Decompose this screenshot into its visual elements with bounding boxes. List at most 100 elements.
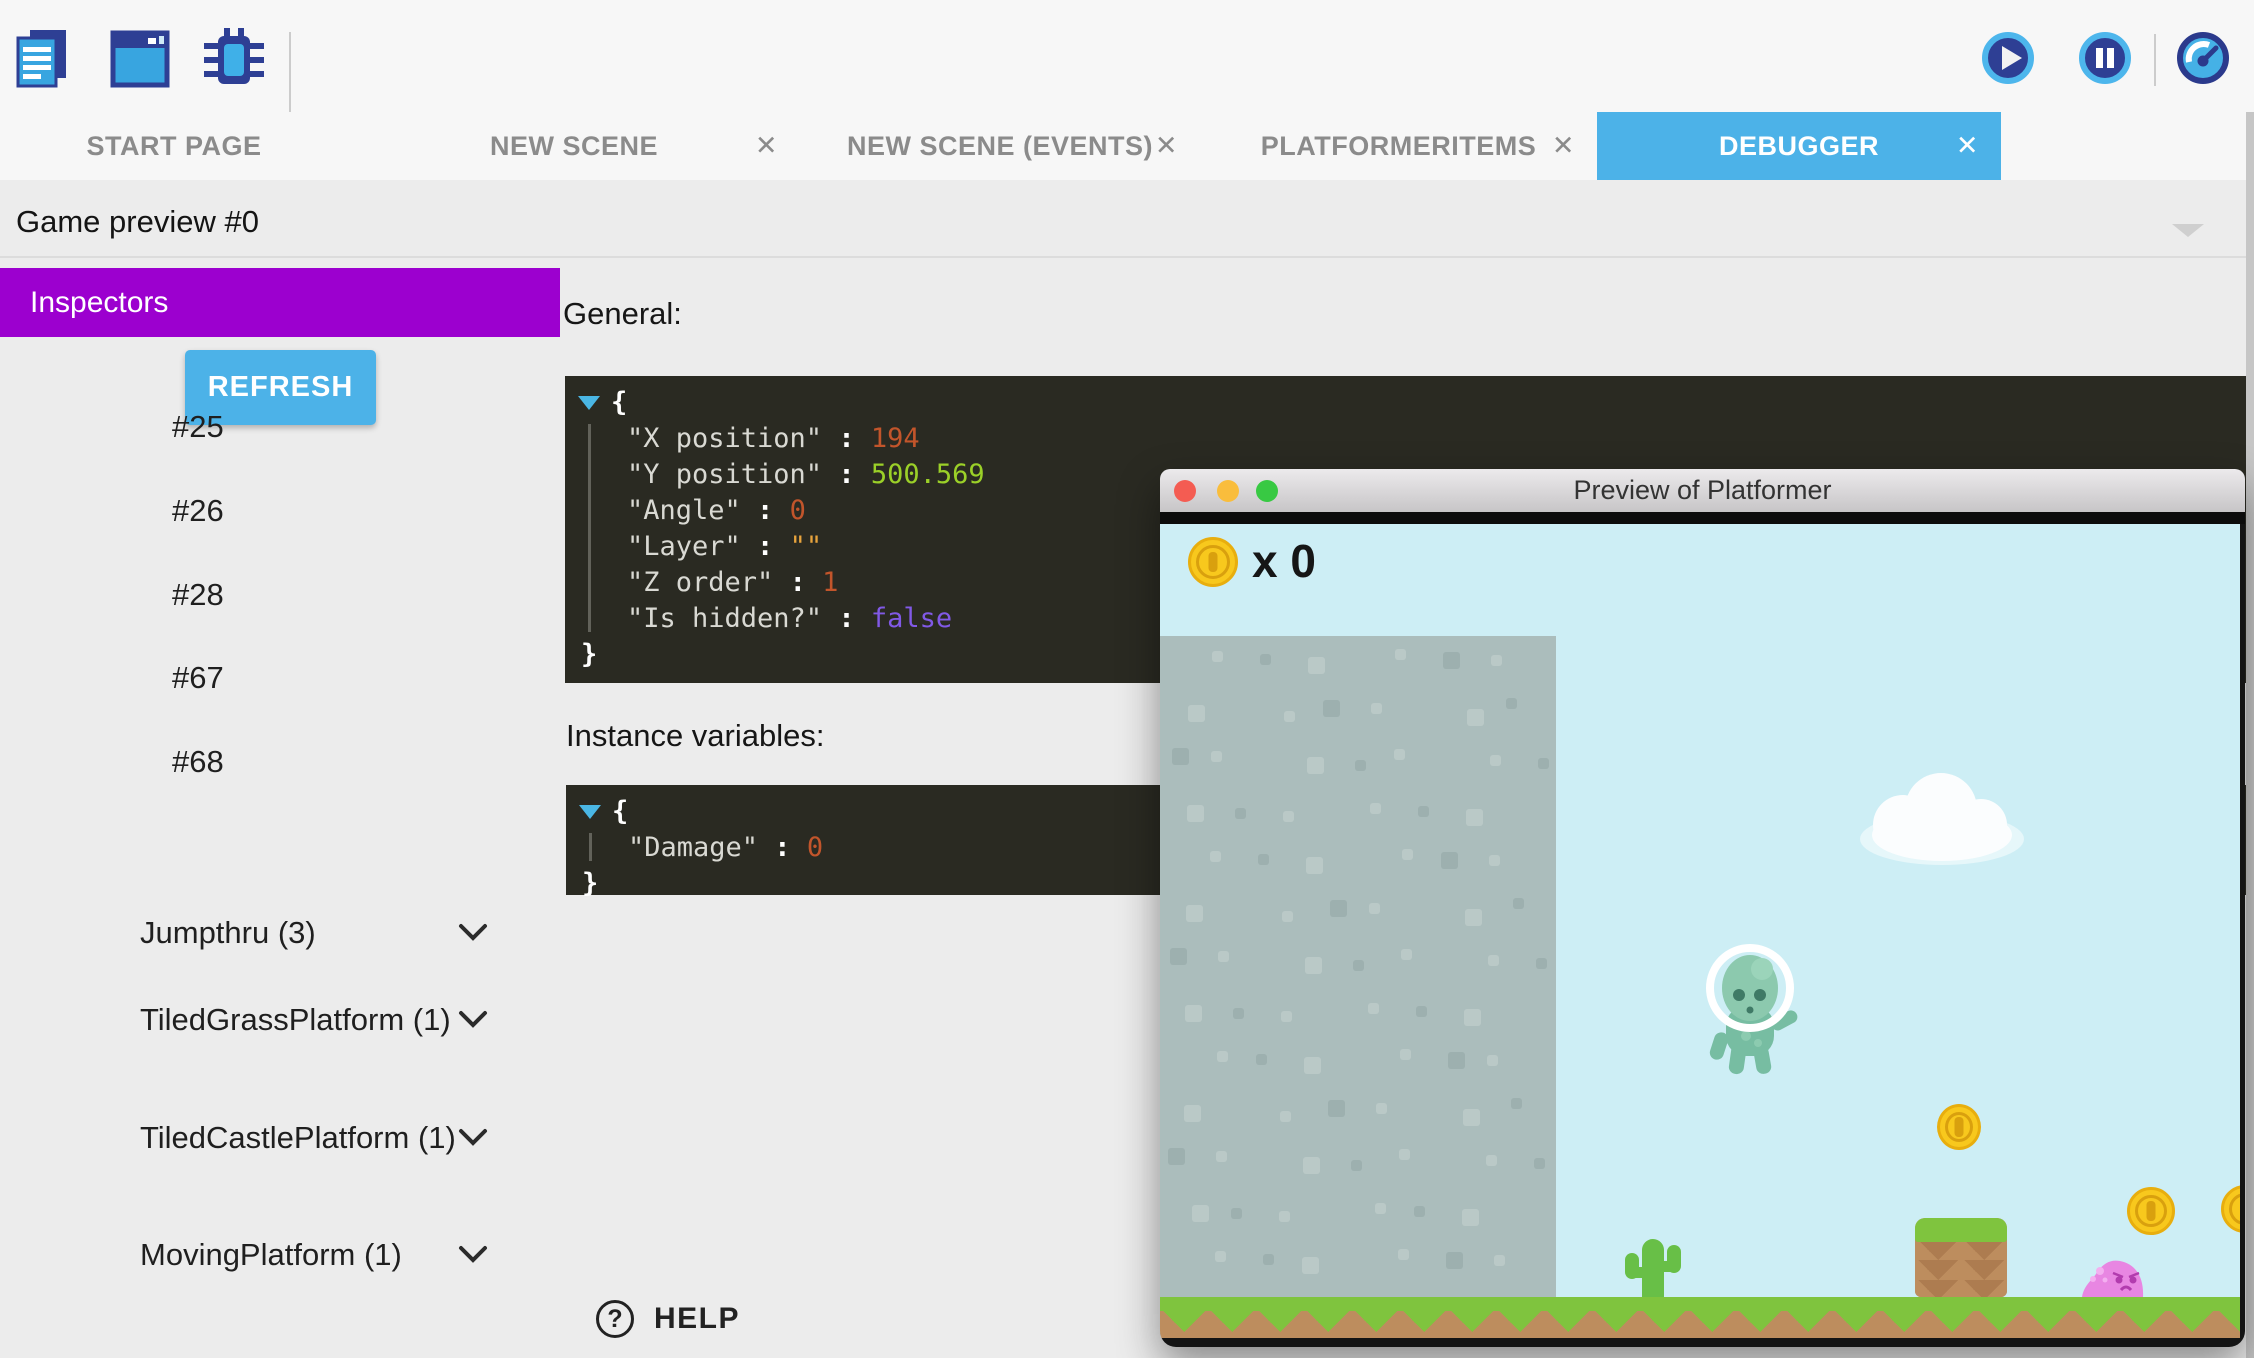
tab-platformeritems[interactable]: PLATFORMERITEMS	[1200, 112, 1597, 180]
wall-tile	[1467, 709, 1484, 726]
inspector-item[interactable]: #68	[172, 744, 224, 780]
wall-tile	[1192, 1205, 1209, 1222]
wall-tile	[1494, 1255, 1505, 1266]
collapse-triangle-icon[interactable]	[578, 396, 600, 410]
wall-tile	[1491, 655, 1502, 666]
inspector-group[interactable]: Jumpthru (3)	[140, 915, 485, 950]
wall-tile	[1187, 805, 1204, 822]
wall-tile	[1466, 809, 1483, 826]
castle-wall	[1160, 636, 1556, 1297]
coin-counter: x 0	[1252, 534, 1316, 588]
wall-tile	[1487, 1055, 1498, 1066]
json-property-row: "X position" : 194	[565, 421, 2246, 457]
main-toolbar	[0, 0, 2254, 112]
wall-tile	[1235, 808, 1246, 819]
chevron-down-icon[interactable]	[458, 1010, 488, 1029]
coin	[2127, 1187, 2175, 1235]
wall-tile	[1369, 903, 1380, 914]
wall-tile	[1486, 1155, 1497, 1166]
wall-tile	[1465, 909, 1482, 926]
close-tab-icon[interactable]	[755, 131, 778, 162]
instance-variables-section-label: Instance variables:	[566, 718, 824, 754]
wall-tile	[1308, 657, 1325, 674]
general-section-label: General:	[563, 296, 682, 332]
wall-tile	[1418, 806, 1429, 817]
inspector-item[interactable]: #28	[172, 577, 224, 613]
wall-tile	[1184, 1105, 1201, 1122]
wall-tile	[1402, 849, 1413, 860]
tab-bar: START PAGE NEW SCENENEW SCENE (EVENTS) PLA…	[0, 112, 2254, 180]
inspector-group[interactable]: TiledCastlePlatform (1)	[140, 1120, 485, 1155]
play-icon[interactable]	[1981, 31, 2035, 85]
pause-icon[interactable]	[2078, 31, 2132, 85]
close-tab-icon[interactable]	[1956, 131, 1979, 162]
wall-tile	[1281, 1011, 1292, 1022]
hud-coin-icon	[1188, 537, 1238, 587]
tab-label: DEBUGGER	[1719, 131, 1879, 162]
wall-tile	[1306, 857, 1323, 874]
tab-label: START PAGE	[86, 131, 261, 162]
wall-tile	[1463, 1109, 1480, 1126]
preview-window-titlebar[interactable]: Preview of Platformer	[1160, 469, 2245, 512]
close-tab-icon[interactable]	[1552, 131, 1575, 162]
inspector-item[interactable]: #67	[172, 660, 224, 696]
cactus	[1625, 1239, 1681, 1297]
toolbar-divider-2	[2154, 34, 2156, 86]
preview-selector-dropdown-icon[interactable]	[2172, 224, 2204, 237]
wall-tile	[1375, 1203, 1386, 1214]
wall-tile	[1283, 811, 1294, 822]
wall-tile	[1398, 1249, 1409, 1260]
wall-tile	[1399, 1149, 1410, 1160]
wall-tile	[1303, 1157, 1320, 1174]
start-page-window-icon[interactable]	[110, 30, 170, 88]
tab-start-page[interactable]: START PAGE	[0, 112, 348, 180]
wall-tile	[1368, 1003, 1379, 1014]
coin	[1937, 1104, 1981, 1150]
debugger-bug-icon[interactable]	[202, 28, 266, 88]
tab-new-scene-events-[interactable]: NEW SCENE (EVENTS)	[800, 112, 1200, 180]
tab-label: PLATFORMERITEMS	[1261, 131, 1536, 162]
wall-tile	[1172, 748, 1189, 765]
wall-tile	[1323, 700, 1340, 717]
wall-tile	[1258, 854, 1269, 865]
wall-tile	[1305, 957, 1322, 974]
wall-tile	[1330, 900, 1347, 917]
chevron-down-icon[interactable]	[458, 1128, 488, 1147]
wall-tile	[1538, 758, 1549, 769]
window-frame-strip	[1160, 512, 2245, 524]
wall-tile	[1284, 711, 1295, 722]
wall-tile	[1185, 1005, 1202, 1022]
inspector-item[interactable]: #25	[172, 409, 224, 445]
chevron-down-icon[interactable]	[458, 1245, 488, 1264]
inspector-group[interactable]: TiledGrassPlatform (1)	[140, 1002, 485, 1037]
wall-tile	[1307, 757, 1324, 774]
inspector-group[interactable]: MovingPlatform (1)	[140, 1237, 485, 1272]
chevron-down-icon[interactable]	[458, 923, 488, 942]
wall-tile	[1256, 1054, 1267, 1065]
wall-tile	[1490, 755, 1501, 766]
close-tab-icon[interactable]	[1155, 131, 1178, 162]
wall-tile	[1304, 1057, 1321, 1074]
tab-debugger[interactable]: DEBUGGER	[1597, 112, 2001, 180]
help-button[interactable]: HELP	[596, 1300, 740, 1338]
preview-window: Preview of Platformer x 0	[1160, 469, 2245, 1347]
wall-tile	[1511, 1098, 1522, 1109]
wall-tile	[1217, 1051, 1228, 1062]
game-viewport[interactable]: x 0	[1160, 524, 2240, 1338]
wall-tile	[1263, 1254, 1274, 1265]
wall-tile	[1186, 905, 1203, 922]
wall-tile	[1395, 649, 1406, 660]
vertical-scrollbar[interactable]	[2246, 112, 2254, 1358]
question-mark-icon	[596, 1300, 634, 1338]
wall-tile	[1282, 911, 1293, 922]
profiler-icon[interactable]	[2176, 31, 2230, 85]
wall-tile	[1506, 698, 1517, 709]
wall-tile	[1211, 751, 1222, 762]
tab-new-scene[interactable]: NEW SCENE	[348, 112, 800, 180]
wall-tile	[1188, 705, 1205, 722]
project-pages-icon[interactable]	[16, 28, 70, 88]
inspector-item[interactable]: #26	[172, 493, 224, 529]
wall-tile	[1218, 951, 1229, 962]
wall-tile	[1353, 960, 1364, 971]
collapse-triangle-icon[interactable]	[579, 805, 601, 819]
